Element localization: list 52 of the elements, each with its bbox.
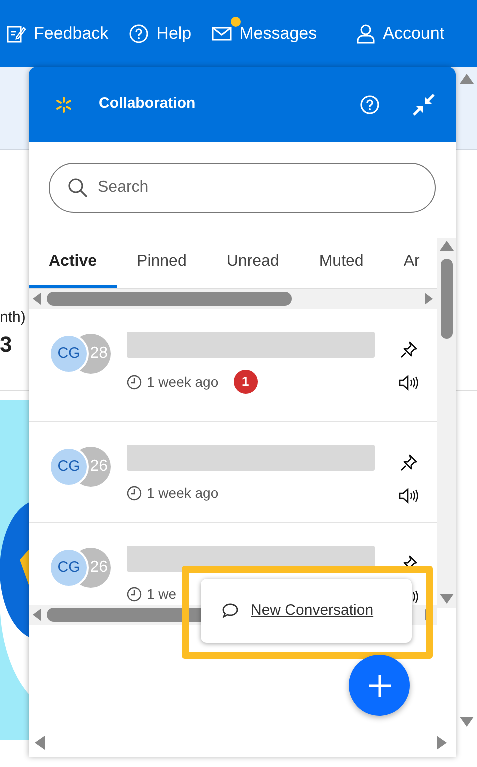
nav-link[interactable]: Feedback	[6, 20, 109, 46]
tab[interactable]: Unread	[206, 238, 300, 288]
scroll-right-arrow-icon[interactable]	[437, 736, 447, 750]
account-icon	[357, 24, 376, 44]
speaker-icon[interactable]	[399, 375, 419, 391]
spark-icon	[56, 96, 72, 112]
scroll-up-arrow-icon[interactable]	[440, 241, 454, 251]
add-button[interactable]	[349, 655, 410, 716]
nav-link[interactable]: Help	[128, 20, 192, 46]
clock-icon	[127, 587, 142, 602]
time-text: 1 week ago	[147, 372, 219, 392]
mail-icon	[212, 26, 232, 42]
speaker-icon[interactable]	[399, 488, 419, 504]
vertical-scrollbar[interactable]	[437, 238, 456, 608]
tab[interactable]: Muted	[299, 238, 384, 288]
avatar: CG	[49, 447, 89, 487]
clock-icon	[127, 374, 142, 390]
pin-icon[interactable]	[400, 341, 418, 359]
caption-text: nth)	[0, 308, 26, 328]
time-text: 1 we	[147, 585, 177, 604]
scroll-down-arrow-icon[interactable]	[460, 717, 474, 727]
value-text: 3	[0, 331, 12, 359]
scrollbar-thumb[interactable]	[47, 292, 292, 306]
help-icon[interactable]	[360, 94, 380, 114]
tab[interactable]: Ar	[384, 238, 437, 288]
avatar: CG	[49, 334, 89, 374]
speech-bubble-icon	[222, 603, 239, 619]
scroll-down-arrow-icon[interactable]	[440, 594, 454, 604]
time-text: 1 week ago	[147, 484, 219, 503]
scroll-up-arrow-icon[interactable]	[460, 74, 474, 84]
scroll-left-arrow-icon[interactable]	[35, 736, 45, 750]
nav-link[interactable]: Account	[357, 20, 445, 46]
scroll-left-arrow-icon[interactable]	[33, 609, 41, 621]
pin-icon[interactable]	[400, 454, 418, 472]
collapse-icon[interactable]	[412, 92, 436, 116]
scroll-right-arrow-icon[interactable]	[425, 293, 433, 305]
tab[interactable]: Pinned	[117, 238, 207, 288]
new-conversation-link[interactable]: New Conversation	[251, 600, 374, 622]
search-icon	[68, 178, 88, 198]
scroll-left-arrow-icon[interactable]	[33, 293, 41, 305]
search-field[interactable]: Search	[49, 163, 436, 213]
search-input[interactable]: Search	[98, 176, 348, 200]
feedback-icon	[6, 24, 26, 44]
plus-icon	[368, 674, 390, 696]
help-icon	[128, 24, 149, 44]
panel-title: Collaboration	[99, 94, 196, 114]
nav-link[interactable]: Messages	[212, 20, 318, 46]
clock-icon	[127, 486, 142, 501]
unread-badge: 1	[234, 370, 258, 394]
avatar: CG	[49, 548, 89, 588]
horizontal-scrollbar[interactable]	[29, 289, 437, 309]
scrollbar-thumb[interactable]	[440, 259, 452, 339]
